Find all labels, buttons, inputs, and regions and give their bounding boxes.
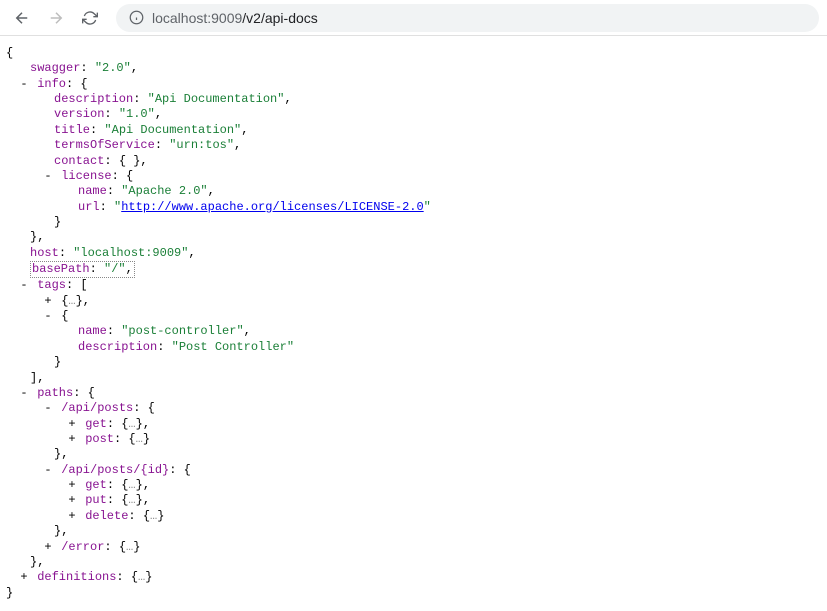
json-line: host: "localhost:9009", <box>30 246 821 261</box>
expand-toggle[interactable]: + <box>18 570 30 585</box>
json-line: - license: { <box>54 169 821 184</box>
json-line: + get: {…}, <box>78 417 821 432</box>
license-url-link[interactable]: http://www.apache.org/licenses/LICENSE-2… <box>121 200 423 214</box>
back-button[interactable] <box>8 4 36 32</box>
collapse-toggle[interactable]: - <box>42 169 54 184</box>
json-line: + get: {…}, <box>78 478 821 493</box>
json-line: } <box>54 215 821 230</box>
expand-toggle[interactable]: + <box>66 509 78 524</box>
json-line: ], <box>30 371 821 386</box>
json-viewer: { swagger: "2.0", - info: { description:… <box>0 36 827 611</box>
json-line: name: "post-controller", <box>78 324 821 339</box>
json-line: } <box>6 586 821 601</box>
address-text: localhost:9009/v2/api-docs <box>152 10 318 26</box>
json-line: } <box>54 355 821 370</box>
json-line: description: "Api Documentation", <box>54 92 821 107</box>
json-line: + /error: {…} <box>54 540 821 555</box>
collapse-toggle[interactable]: - <box>42 463 54 478</box>
json-line: + {…}, <box>54 294 821 309</box>
json-line: + definitions: {…} <box>30 570 821 585</box>
json-line: + put: {…}, <box>78 493 821 508</box>
collapse-toggle[interactable]: - <box>42 401 54 416</box>
json-line: title: "Api Documentation", <box>54 123 821 138</box>
json-line: - paths: { <box>30 386 821 401</box>
json-line: - { <box>54 309 821 324</box>
expand-toggle[interactable]: + <box>42 294 54 309</box>
expand-toggle[interactable]: + <box>66 478 78 493</box>
expand-toggle[interactable]: + <box>66 493 78 508</box>
json-line: - info: { <box>30 77 821 92</box>
json-line: }, <box>30 555 821 570</box>
json-line: termsOfService: "urn:tos", <box>54 138 821 153</box>
json-line: contact: { }, <box>54 154 821 169</box>
forward-button[interactable] <box>42 4 70 32</box>
json-line: swagger: "2.0", <box>30 61 821 76</box>
collapse-toggle[interactable]: - <box>42 309 54 324</box>
json-line: url: "http://www.apache.org/licenses/LIC… <box>78 200 821 215</box>
json-line: }, <box>54 447 821 462</box>
json-line: name: "Apache 2.0", <box>78 184 821 199</box>
json-line: }, <box>54 524 821 539</box>
expand-toggle[interactable]: + <box>66 417 78 432</box>
expand-toggle[interactable]: + <box>66 432 78 447</box>
info-icon <box>128 10 144 26</box>
reload-button[interactable] <box>76 4 104 32</box>
json-line: basePath: "/", <box>30 261 821 278</box>
address-bar[interactable]: localhost:9009/v2/api-docs <box>116 4 819 32</box>
expand-toggle[interactable]: + <box>42 540 54 555</box>
json-line: }, <box>30 230 821 245</box>
json-line: description: "Post Controller" <box>78 340 821 355</box>
json-line: - /api/posts: { <box>54 401 821 416</box>
json-line: - tags: [ <box>30 278 821 293</box>
json-line: + delete: {…} <box>78 509 821 524</box>
json-line: - /api/posts/{id}: { <box>54 463 821 478</box>
json-line: + post: {…} <box>78 432 821 447</box>
browser-toolbar: localhost:9009/v2/api-docs <box>0 0 827 36</box>
json-line: { <box>6 46 821 61</box>
json-line: version: "1.0", <box>54 107 821 122</box>
collapse-toggle[interactable]: - <box>18 278 30 293</box>
collapse-toggle[interactable]: - <box>18 77 30 92</box>
collapse-toggle[interactable]: - <box>18 386 30 401</box>
